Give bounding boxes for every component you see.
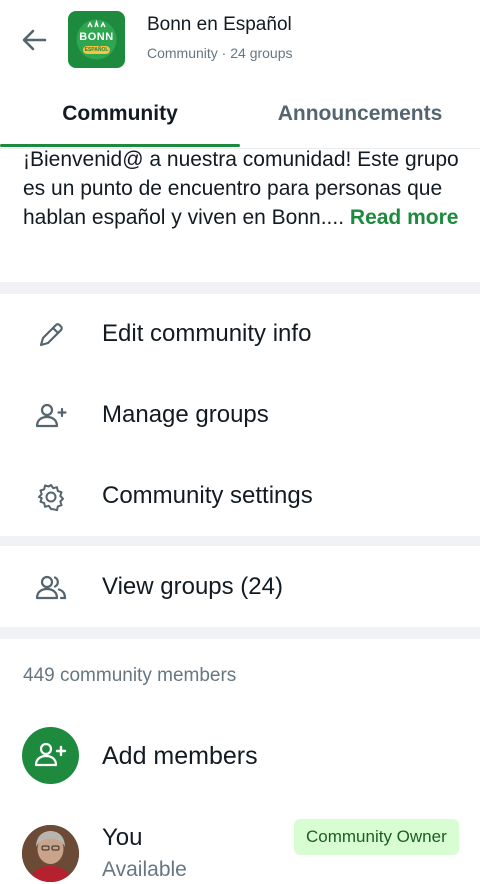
community-subtitle: Community · 24 groups [147, 45, 293, 61]
view-groups-row[interactable]: View groups (24) [0, 548, 480, 628]
section-divider [0, 627, 480, 639]
member-name: You [102, 824, 143, 851]
groups-icon [35, 575, 67, 600]
edit-community-info-row[interactable]: Edit community info [0, 295, 480, 375]
add-members-label[interactable]: Add members [102, 742, 258, 771]
members-count: 449 community members [23, 665, 237, 686]
profile-photo [22, 825, 79, 882]
add-members-button[interactable] [22, 727, 79, 784]
member-status: Available [102, 858, 187, 881]
arrow-left-icon [22, 29, 47, 51]
logo-text: BONN [79, 31, 114, 43]
logo-subtext: ESPAÑOL [84, 47, 109, 53]
avatar[interactable] [22, 825, 79, 882]
top-app-bar: BONN ESPAÑOL Bonn en Español Community ·… [0, 0, 480, 80]
community-title[interactable]: Bonn en Español [147, 14, 292, 36]
role-badge: Community Owner [294, 819, 459, 855]
section-divider [0, 282, 480, 294]
gear-icon [38, 484, 64, 512]
manage-groups-label: Manage groups [102, 401, 269, 428]
edit-community-info-label: Edit community info [102, 320, 312, 347]
back-button[interactable] [18, 24, 50, 56]
section-divider [0, 536, 480, 546]
tab-community[interactable]: Community [0, 80, 240, 148]
community-description: ¡Bienvenid@ a nuestra comunidad! Este gr… [23, 145, 463, 232]
community-settings-row[interactable]: Community settings [0, 457, 480, 537]
tab-announcements[interactable]: Announcements [240, 80, 480, 148]
manage-groups-row[interactable]: Manage groups [0, 376, 480, 456]
tab-bar: Community Announcements [0, 80, 480, 149]
view-groups-label: View groups (24) [102, 573, 283, 600]
manage-groups-icon [35, 403, 67, 428]
community-settings-label: Community settings [102, 482, 313, 509]
pencil-icon [39, 323, 63, 347]
community-logo[interactable]: BONN ESPAÑOL [68, 11, 125, 68]
add-person-icon [34, 742, 67, 767]
read-more-link[interactable]: Read more [350, 206, 459, 229]
